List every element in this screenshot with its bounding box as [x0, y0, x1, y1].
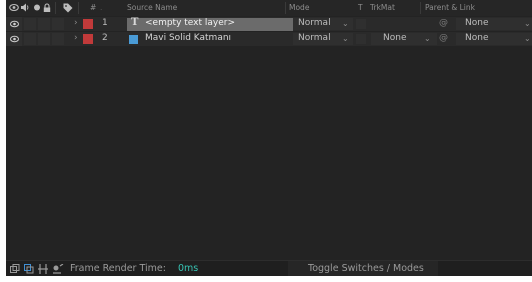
eye-icon	[10, 35, 19, 43]
blend-mode-value: Normal	[298, 33, 331, 43]
header-layer-number: #	[90, 3, 97, 12]
chevron-down-icon: ⌄	[424, 34, 431, 43]
frame-render-time-label: Frame Render Time:	[70, 263, 166, 274]
label-color-swatch[interactable]	[83, 19, 93, 29]
solid-layer-icon	[129, 35, 138, 44]
audio-switch[interactable]	[24, 33, 36, 45]
header-trkmat[interactable]: TrkMat	[370, 3, 395, 12]
header-parent-link[interactable]: Parent & Link	[425, 3, 475, 12]
timeline-panel: # . Source Name Mode T TrkMat Parent & L…	[6, 0, 532, 276]
render-time-pane-icon[interactable]	[52, 264, 64, 274]
header-separator	[285, 2, 286, 14]
layer-number: 2	[102, 33, 108, 43]
column-header-bar: # . Source Name Mode T TrkMat Parent & L…	[6, 0, 532, 16]
audio-switch[interactable]	[24, 18, 36, 30]
lock-icon[interactable]	[43, 3, 51, 13]
lock-switch[interactable]	[52, 33, 64, 45]
chevron-down-icon: ⌄	[524, 34, 531, 43]
lock-switch[interactable]	[52, 18, 64, 30]
blend-mode-value: Normal	[298, 18, 331, 28]
header-t[interactable]: T	[358, 3, 363, 12]
preserve-transparency-toggle[interactable]	[356, 19, 366, 29]
audio-icon[interactable]	[20, 3, 30, 12]
header-mode[interactable]: Mode	[289, 3, 309, 12]
layer-name[interactable]: <empty text layer>	[145, 18, 235, 28]
eye-icon	[10, 20, 19, 28]
chevron-down-icon: ⌄	[342, 34, 349, 43]
text-layer-icon: T	[131, 17, 139, 28]
solo-icon[interactable]	[33, 3, 41, 12]
header-separator	[78, 2, 79, 14]
layer-name[interactable]: Mavi Solid Katmanı	[145, 33, 231, 43]
layer-row[interactable]: › 1 T <empty text layer> Normal ⌄ @ None…	[6, 17, 532, 31]
header-separator	[55, 2, 56, 14]
layer-visibility-toggle[interactable]	[6, 17, 22, 31]
parent-value: None	[465, 33, 489, 43]
chevron-down-icon: ⌄	[524, 19, 531, 28]
frame-render-time-value: 0ms	[178, 263, 199, 274]
layer-switches-pane-icon[interactable]	[10, 264, 20, 274]
label-tag-icon[interactable]	[63, 3, 73, 13]
timeline-footer: Frame Render Time: 0ms Toggle Switches /…	[6, 260, 532, 276]
expand-chevron-icon[interactable]: ›	[74, 18, 78, 28]
layer-row[interactable]: › 2 Mavi Solid Katmanı Normal ⌄ None ⌄ @…	[6, 32, 532, 46]
track-matte-value: None	[383, 33, 407, 43]
pickwhip-icon[interactable]: @	[439, 18, 448, 28]
toggle-switches-modes-label: Toggle Switches / Modes	[308, 263, 424, 274]
solo-switch[interactable]	[38, 33, 50, 45]
solo-switch[interactable]	[38, 18, 50, 30]
header-source-name[interactable]: Source Name	[127, 3, 177, 12]
layer-number: 1	[102, 18, 108, 28]
in-out-stretch-pane-icon[interactable]	[38, 264, 48, 274]
expand-chevron-icon[interactable]: ›	[74, 33, 78, 43]
video-visibility-icon[interactable]	[9, 3, 19, 12]
layer-visibility-toggle[interactable]	[6, 32, 22, 46]
header-separator	[420, 2, 421, 14]
chevron-down-icon: ⌄	[342, 19, 349, 28]
pickwhip-icon[interactable]: @	[439, 33, 448, 43]
transfer-controls-pane-icon[interactable]	[24, 264, 34, 274]
parent-value: None	[465, 18, 489, 28]
preserve-transparency-toggle[interactable]	[356, 34, 366, 44]
label-color-swatch[interactable]	[83, 34, 93, 44]
